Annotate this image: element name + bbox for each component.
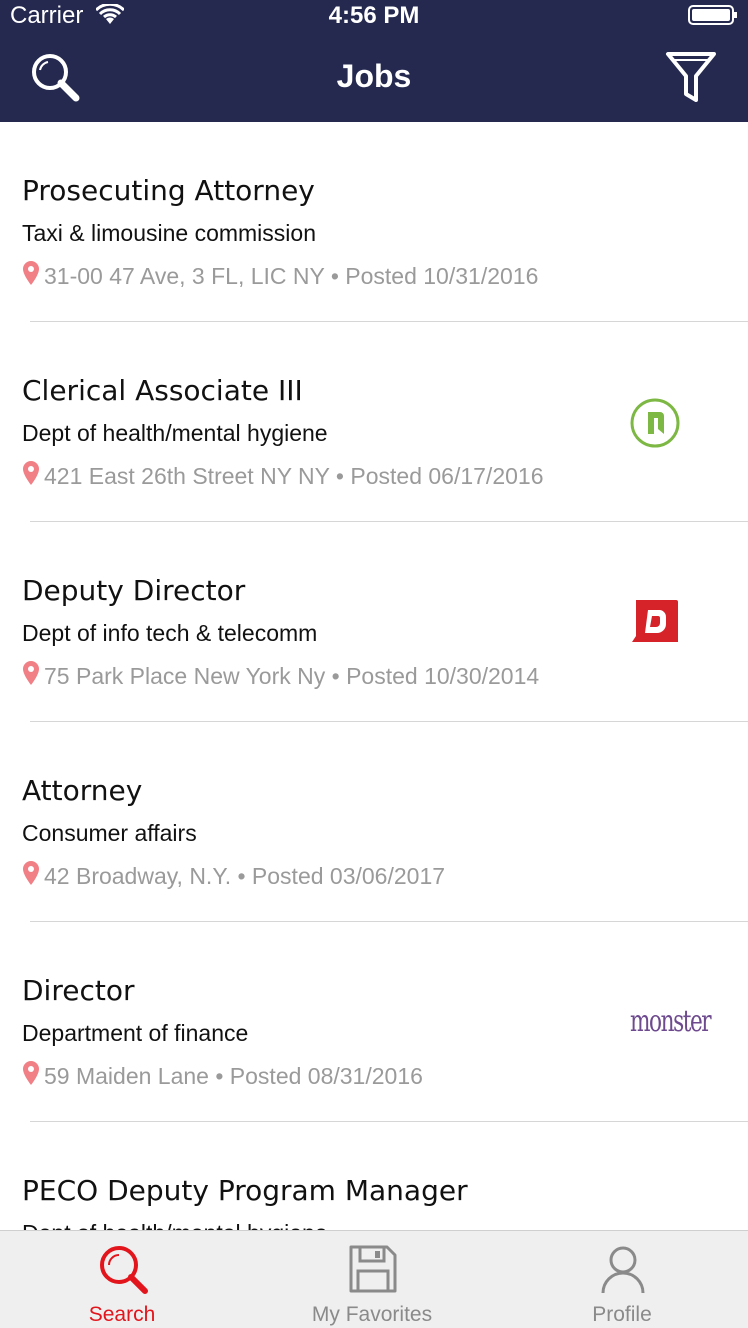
status-time: 4:56 PM bbox=[328, 2, 420, 29]
tab-label: My Favorites bbox=[311, 1303, 433, 1326]
search-icon bbox=[100, 1246, 148, 1294]
location-pin-icon bbox=[23, 661, 39, 685]
job-item[interactable]: PECO Deputy Program Manager Dept of heal… bbox=[0, 1122, 748, 1230]
job-department: Dept of health/mental hygiene bbox=[22, 1220, 328, 1230]
job-meta: 59 Maiden Lane • Posted 08/31/2016 bbox=[22, 1060, 423, 1090]
tab-favorites[interactable]: My Favorites bbox=[272, 1231, 472, 1328]
tab-bar: Search My Favorites Profile bbox=[0, 1230, 748, 1328]
job-title: PECO Deputy Program Manager bbox=[22, 1174, 468, 1207]
job-meta: 75 Park Place New York Ny • Posted 10/30… bbox=[22, 660, 539, 690]
location-pin-icon bbox=[23, 1061, 39, 1085]
floppy-disk-icon bbox=[349, 1245, 397, 1293]
job-location-date: 421 East 26th Street NY NY • Posted 06/1… bbox=[44, 463, 544, 489]
job-title: Deputy Director bbox=[22, 574, 246, 607]
job-item[interactable]: Deputy Director Dept of info tech & tele… bbox=[0, 522, 748, 722]
person-icon bbox=[601, 1246, 645, 1294]
job-item[interactable]: Prosecuting Attorney Taxi & limousine co… bbox=[0, 122, 748, 322]
job-location-date: 75 Park Place New York Ny • Posted 10/30… bbox=[44, 663, 540, 689]
job-department: Department of finance bbox=[22, 1020, 249, 1046]
tab-label: Profile bbox=[592, 1303, 652, 1326]
job-title: Director bbox=[22, 974, 135, 1007]
job-department: Dept of health/mental hygiene bbox=[22, 420, 328, 446]
job-meta: 421 East 26th Street NY NY • Posted 06/1… bbox=[22, 460, 544, 490]
tab-profile[interactable]: Profile bbox=[522, 1231, 722, 1328]
job-item[interactable]: Director Department of finance 59 Maiden… bbox=[0, 922, 748, 1122]
job-title: Clerical Associate III bbox=[22, 374, 303, 407]
location-pin-icon bbox=[23, 861, 39, 885]
job-title: Attorney bbox=[22, 774, 143, 807]
job-title: Prosecuting Attorney bbox=[22, 174, 315, 207]
tab-label: Search bbox=[88, 1303, 156, 1326]
location-pin-icon bbox=[23, 461, 39, 485]
job-department: Dept of info tech & telecomm bbox=[22, 620, 318, 646]
tab-search[interactable]: Search bbox=[22, 1231, 222, 1328]
job-item[interactable]: Clerical Associate III Dept of health/me… bbox=[0, 322, 748, 522]
job-item[interactable]: Attorney Consumer affairs 42 Broadway, N… bbox=[0, 722, 748, 922]
job-department: Taxi & limousine commission bbox=[22, 220, 316, 246]
glassdoor-logo-icon bbox=[630, 398, 680, 448]
job-meta: 42 Broadway, N.Y. • Posted 03/06/2017 bbox=[22, 860, 445, 890]
monster-logo-icon: monster bbox=[630, 1004, 712, 1039]
job-list[interactable]: Prosecuting Attorney Taxi & limousine co… bbox=[0, 122, 748, 1230]
job-department: Consumer affairs bbox=[22, 820, 197, 846]
job-location-date: 42 Broadway, N.Y. • Posted 03/06/2017 bbox=[44, 863, 446, 889]
location-pin-icon bbox=[23, 261, 39, 285]
job-meta: 31-00 47 Ave, 3 FL, LIC NY • Posted 10/3… bbox=[22, 260, 538, 290]
nav-header: Carrier 4:56 PM Jobs bbox=[0, 0, 748, 122]
battery-icon bbox=[688, 5, 737, 25]
status-bar: Carrier 4:56 PM bbox=[0, 0, 748, 30]
filter-icon[interactable] bbox=[664, 50, 718, 104]
dice-logo-icon bbox=[632, 600, 678, 642]
job-location-date: 59 Maiden Lane • Posted 08/31/2016 bbox=[44, 1063, 423, 1089]
job-location-date: 31-00 47 Ave, 3 FL, LIC NY • Posted 10/3… bbox=[44, 263, 539, 289]
page-title: Jobs bbox=[336, 58, 412, 94]
